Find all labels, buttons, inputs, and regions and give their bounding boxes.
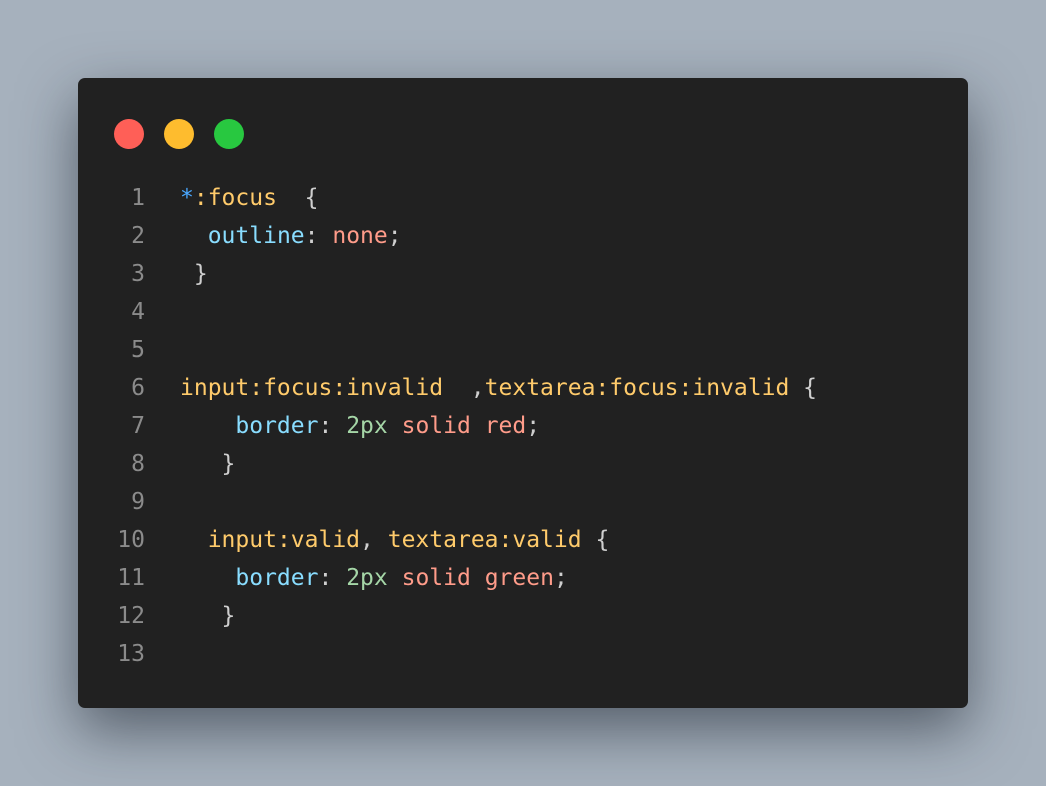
code-token: 2px	[346, 565, 388, 591]
line-number: 6	[131, 375, 145, 401]
code-token: solid	[401, 565, 471, 591]
code-line: 9	[78, 483, 968, 521]
code-token: input:valid	[207, 527, 361, 553]
code-token: }	[180, 603, 236, 629]
code-token: solid	[401, 413, 471, 439]
code-line: 4	[78, 293, 968, 331]
line-content: }	[145, 451, 236, 477]
code-line: 3 }	[78, 255, 968, 293]
line-number: 9	[131, 489, 145, 515]
code-token: ;	[387, 223, 402, 249]
code-token: ,	[360, 527, 388, 553]
code-token: textarea:valid	[387, 527, 582, 553]
window-controls	[114, 119, 264, 149]
line-number: 4	[131, 299, 145, 325]
code-token: :	[318, 413, 347, 439]
code-line: 5	[78, 331, 968, 369]
code-token: input:focus:invalid	[180, 375, 444, 401]
line-number: 10	[117, 527, 145, 553]
code-line: 10 input:valid, textarea:valid {	[78, 521, 968, 559]
code-line: 8 }	[78, 445, 968, 483]
code-block: 1 *:focus {2 outline: none; 3 } 4 5 6 input:fo…	[78, 179, 968, 673]
line-number: 1	[131, 185, 145, 211]
code-token: textarea:focus:invalid	[484, 375, 790, 401]
code-line: 12 }	[78, 597, 968, 635]
code-line: 11 border: 2px solid green;	[78, 559, 968, 597]
code-token: ;	[526, 413, 541, 439]
code-token: }	[180, 451, 236, 477]
line-number: 13	[117, 641, 145, 667]
line-content: outline: none;	[145, 223, 402, 249]
line-content: input:valid, textarea:valid {	[145, 527, 610, 553]
code-token: none	[332, 223, 388, 249]
code-token: {	[581, 527, 610, 553]
line-number: 11	[117, 565, 145, 591]
line-number: 3	[131, 261, 145, 287]
code-line: 2 outline: none;	[78, 217, 968, 255]
code-token: border	[235, 413, 319, 439]
line-content: *:focus {	[145, 185, 319, 211]
code-line: 6 input:focus:invalid ,textarea:focus:inv…	[78, 369, 968, 407]
line-number: 8	[131, 451, 145, 477]
code-token: :	[318, 565, 347, 591]
code-token: :	[304, 223, 333, 249]
code-token: outline	[207, 223, 305, 249]
code-line: 13	[78, 635, 968, 673]
code-token: *	[180, 185, 194, 211]
code-token: :focus	[193, 185, 277, 211]
line-content: border: 2px solid green;	[145, 565, 568, 591]
code-token: 2px	[346, 413, 388, 439]
code-line: 7 border: 2px solid red;	[78, 407, 968, 445]
line-content: }	[145, 603, 236, 629]
line-number: 12	[117, 603, 145, 629]
code-window: 1 *:focus {2 outline: none; 3 } 4 5 6 input:fo…	[78, 78, 968, 708]
line-content: }	[145, 261, 208, 287]
code-token: green	[484, 565, 554, 591]
line-content: border: 2px solid red;	[145, 413, 540, 439]
code-token: border	[235, 565, 319, 591]
code-token: {	[789, 375, 817, 401]
maximize-dot-icon[interactable]	[214, 119, 244, 149]
code-line: 1 *:focus {	[78, 179, 968, 217]
code-token: red	[484, 413, 527, 439]
code-token: }	[180, 261, 208, 287]
line-number: 5	[131, 337, 145, 363]
code-token: ;	[553, 565, 568, 591]
code-token: ,	[443, 375, 485, 401]
code-token: {	[276, 185, 319, 211]
line-number: 2	[131, 223, 145, 249]
close-dot-icon[interactable]	[114, 119, 144, 149]
line-content: input:focus:invalid ,textarea:focus:inva…	[145, 375, 817, 401]
minimize-dot-icon[interactable]	[164, 119, 194, 149]
line-number: 7	[131, 413, 145, 439]
